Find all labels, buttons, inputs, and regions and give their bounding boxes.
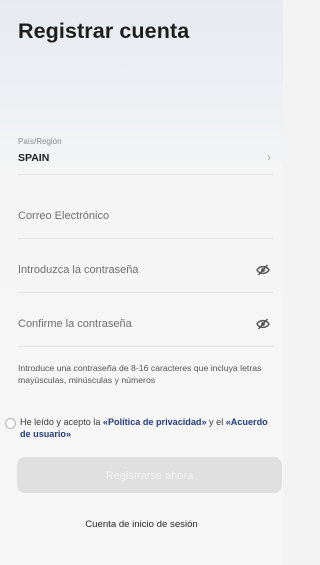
password-placeholder: Introduzca la contraseña [18, 264, 139, 276]
agreement-middle: y el [206, 417, 226, 427]
country-region-selector[interactable]: País/Región SPAIN › [18, 127, 273, 175]
privacy-policy-link[interactable]: «Política de privacidad» [103, 417, 207, 427]
agreement-radio[interactable] [5, 418, 16, 429]
email-field[interactable]: Correo Electrónico [18, 195, 273, 239]
register-screen: Registrar cuenta País/Región SPAIN › Cor… [0, 0, 283, 565]
eye-off-icon[interactable] [256, 264, 270, 276]
email-placeholder: Correo Electrónico [18, 210, 110, 222]
password-field[interactable]: Introduzca la contraseña [18, 249, 273, 293]
password-hint: Introduce una contraseña de 8-16 caracte… [18, 363, 262, 385]
register-button[interactable]: Registrarse ahora [17, 457, 282, 493]
agreement-prefix: He leído y acepto la [20, 417, 103, 427]
page-title: Registrar cuenta [18, 19, 190, 43]
confirm-password-field[interactable]: Confirme la contraseña [18, 303, 273, 347]
confirm-password-placeholder: Confirme la contraseña [18, 318, 132, 330]
eye-off-icon[interactable] [256, 318, 270, 330]
country-region-value: SPAIN [18, 152, 50, 164]
login-account-link[interactable]: Cuenta de inicio de sesión [0, 519, 283, 530]
chevron-right-icon: › [267, 150, 271, 164]
country-region-label: País/Región [18, 137, 62, 146]
agreement-text: He leído y acepto la «Política de privac… [20, 417, 277, 440]
agreement-row: He leído y acepto la «Política de privac… [5, 417, 277, 440]
